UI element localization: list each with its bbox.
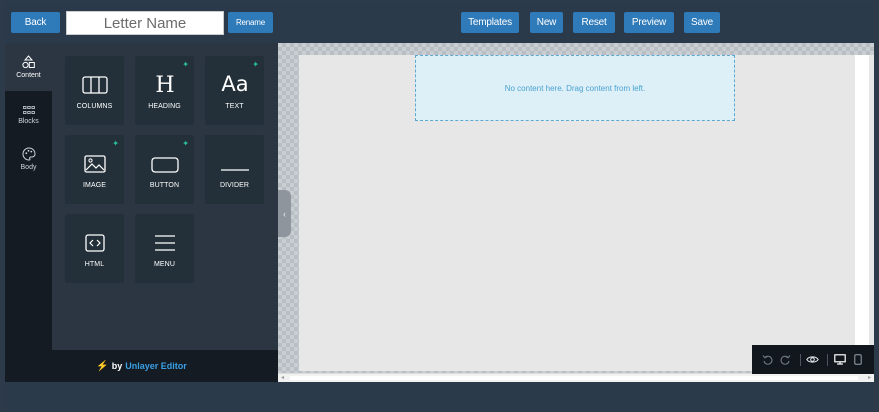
- tool-label: TEXT: [225, 103, 244, 110]
- back-button[interactable]: Back: [11, 12, 60, 33]
- new-sparkle-icon: ✦: [182, 139, 189, 148]
- svg-text:Aa: Aa: [221, 72, 248, 94]
- footer-prefix: by: [111, 361, 123, 371]
- tool-label: COLUMNS: [76, 103, 113, 110]
- editor-canvas: No content here. Drag content from left.: [278, 43, 874, 382]
- top-toolbar: Back Letter Name Rename Templates New Re…: [5, 2, 874, 43]
- status-bar: [5, 382, 874, 410]
- empty-dropzone[interactable]: No content here. Drag content from left.: [415, 55, 735, 121]
- tool-label: HEADING: [148, 103, 181, 110]
- tool-label: DIVIDER: [219, 182, 250, 189]
- tool-text[interactable]: ✦ Aa TEXT: [205, 56, 264, 125]
- reset-button[interactable]: Reset: [573, 12, 615, 33]
- new-button[interactable]: New: [530, 12, 563, 33]
- rename-button[interactable]: Rename: [228, 12, 273, 33]
- sidebar-item-label: Body: [20, 164, 37, 171]
- editor-frame: Back Letter Name Rename Templates New Re…: [5, 2, 874, 410]
- button-icon: [150, 157, 179, 173]
- redo-icon[interactable]: [778, 352, 793, 367]
- preview-eye-icon[interactable]: [805, 352, 820, 367]
- letter-name-input[interactable]: Letter Name: [66, 11, 224, 35]
- tool-label: HTML: [84, 261, 105, 268]
- sidebar-item-blocks[interactable]: Blocks: [5, 91, 52, 139]
- sidebar-item-content[interactable]: Content: [5, 43, 52, 91]
- sidebar-item-body[interactable]: Body: [5, 139, 52, 179]
- preview-button[interactable]: Preview: [624, 12, 674, 33]
- sidebar-item-label: Content: [16, 72, 41, 79]
- tool-button[interactable]: ✦ BUTTON: [135, 135, 194, 204]
- columns-icon: [81, 76, 108, 94]
- svg-text:H: H: [155, 74, 174, 94]
- new-sparkle-icon: ✦: [112, 139, 119, 148]
- toolbar-divider: [800, 353, 801, 366]
- new-sparkle-icon: ✦: [182, 60, 189, 69]
- heading-icon: H: [155, 74, 174, 94]
- text-icon: Aa: [221, 72, 248, 94]
- image-icon: [83, 155, 106, 173]
- horizontal-scrollbar[interactable]: ◂ ▸: [278, 373, 874, 382]
- scroll-right-icon[interactable]: ▸: [868, 374, 871, 381]
- tool-label: MENU: [153, 261, 175, 268]
- scroll-thumb[interactable]: [290, 376, 858, 380]
- grid-icon: [22, 105, 35, 114]
- sidebar-item-label: Blocks: [18, 117, 39, 125]
- new-sparkle-icon: ✦: [252, 60, 259, 69]
- templates-button[interactable]: Templates: [461, 12, 519, 33]
- tool-label: BUTTON: [149, 182, 180, 189]
- collapse-panel-toggle[interactable]: ‹: [278, 190, 291, 237]
- save-button[interactable]: Save: [684, 12, 720, 33]
- vertical-scrollbar[interactable]: [850, 55, 874, 371]
- desktop-icon[interactable]: [832, 352, 847, 367]
- content-tools-panel: COLUMNS ✦ H HEADING ✦ Aa TEXT ✦ IMAGE ✦ …: [52, 43, 278, 351]
- email-body[interactable]: No content here. Drag content from left.: [299, 55, 851, 371]
- tool-label: IMAGE: [82, 182, 107, 189]
- toolbar-divider: [827, 353, 828, 366]
- shapes-icon: [22, 55, 35, 69]
- branding-footer: ⚡ by Unlayer Editor: [5, 350, 278, 382]
- mobile-icon[interactable]: [850, 352, 865, 367]
- tool-menu[interactable]: MENU: [135, 214, 194, 283]
- undo-icon[interactable]: [760, 352, 775, 367]
- tool-columns[interactable]: COLUMNS: [65, 56, 124, 125]
- sidebar-rail: Content Blocks Body: [5, 43, 52, 351]
- unlayer-link[interactable]: Unlayer Editor: [125, 361, 187, 371]
- tool-image[interactable]: ✦ IMAGE: [65, 135, 124, 204]
- tool-html[interactable]: HTML: [65, 214, 124, 283]
- scroll-track: [855, 55, 869, 371]
- canvas-tools-bar: [752, 345, 874, 374]
- html-icon: [84, 234, 105, 252]
- chevron-left-icon: ‹: [283, 208, 286, 219]
- menu-icon: [154, 235, 175, 251]
- scroll-left-icon[interactable]: ◂: [281, 374, 284, 381]
- tool-divider[interactable]: DIVIDER: [205, 135, 264, 204]
- tool-heading[interactable]: ✦ H HEADING: [135, 56, 194, 125]
- bolt-icon: ⚡: [96, 360, 109, 372]
- divider-icon: [220, 169, 249, 171]
- palette-icon: [22, 147, 36, 161]
